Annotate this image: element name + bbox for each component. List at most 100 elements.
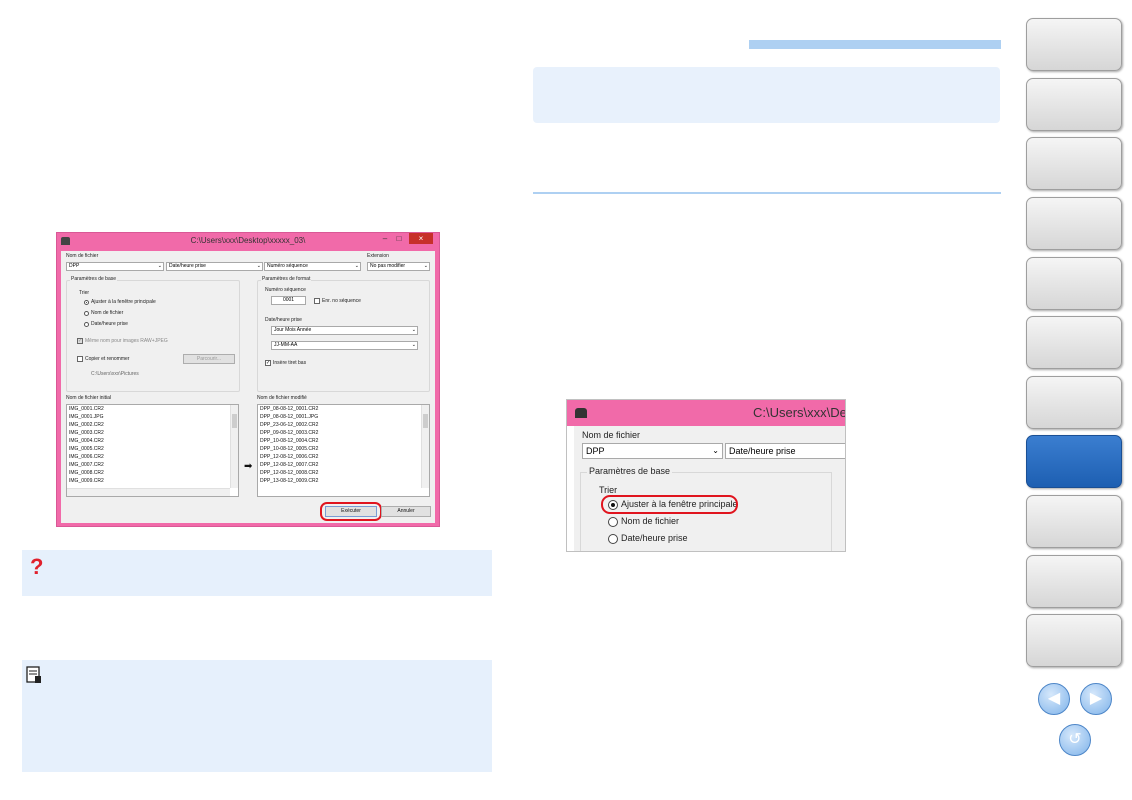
nav-tab-10[interactable] (1026, 555, 1122, 608)
sort-option-file-name: Nom de fichier (621, 516, 680, 526)
list-item[interactable]: DPP_12-08-12_0007.CR2 (260, 462, 318, 468)
copy-rename-label: Copier et renommer (85, 356, 130, 362)
sort-radio-fit-window[interactable] (84, 300, 89, 305)
dialog-body: Nom de fichier DPP ⌄ Date/heure prise ⌄ Nu… (61, 251, 435, 523)
sort-radio-file-name[interactable] (84, 311, 89, 316)
record-sequence-checkbox[interactable] (314, 298, 320, 304)
cancel-button[interactable]: Annuler (381, 506, 431, 517)
list-item[interactable]: DPP_23-06-12_0002.CR2 (260, 422, 318, 428)
nav-tab-7[interactable] (1026, 376, 1122, 429)
list-item[interactable]: IMG_0004.CR2 (69, 438, 104, 444)
format-settings-title: Paramètres de format (261, 276, 312, 282)
date-time-label: Date/heure prise (265, 317, 302, 323)
note-box (22, 660, 492, 772)
file-name-label: Nom de fichier (582, 430, 641, 440)
next-page-button[interactable]: ▶ (1080, 683, 1112, 715)
list-item[interactable]: DPP_09-08-12_0003.CR2 (260, 430, 318, 436)
name-prefix-value: DPP (69, 263, 80, 269)
sort-option-fit-window: Ajuster à la fenêtre principale (91, 299, 156, 305)
same-name-checkbox[interactable]: ✓ (77, 338, 83, 344)
nav-tab-4[interactable] (1026, 197, 1122, 250)
nav-tab-8-active[interactable] (1026, 435, 1122, 488)
sort-option-date: Date/heure prise (91, 321, 128, 327)
section-heading-rule (749, 40, 1001, 49)
initial-file-list[interactable]: IMG_0001.CR2 IMG_0001.JPG IMG_0002.CR2 I… (66, 404, 239, 497)
modified-list-label: Nom de fichier modifié (257, 395, 307, 401)
name-prefix-value: DPP (586, 446, 605, 456)
sequence-number-input[interactable]: 0001 (271, 296, 306, 305)
list-item[interactable]: IMG_0008.CR2 (69, 470, 104, 476)
list-item[interactable]: DPP_12-08-12_0006.CR2 (260, 454, 318, 460)
list-item[interactable]: DPP_08-08-12_0001.CR2 (260, 406, 318, 412)
copy-rename-checkbox[interactable] (77, 356, 83, 362)
sort-radio-date[interactable] (84, 322, 89, 327)
list-item[interactable]: IMG_0001.CR2 (69, 406, 104, 412)
section-divider (533, 192, 1001, 194)
nav-tab-2[interactable] (1026, 78, 1122, 131)
right-arrow-icon: ➡ (244, 461, 253, 472)
arrow-left-icon: ◀ (1047, 690, 1061, 707)
scroll-thumb[interactable] (232, 414, 237, 428)
record-sequence-label: Enr. no séquence (322, 298, 361, 304)
date-order-value: Jour Mois Année (274, 327, 312, 333)
vertical-scrollbar[interactable] (421, 405, 429, 488)
list-item[interactable]: DPP_10-08-12_0004.CR2 (260, 438, 318, 444)
chevron-down-icon: ⌄ (411, 327, 416, 333)
list-item[interactable]: IMG_0001.JPG (69, 414, 103, 420)
list-item[interactable]: IMG_0009.CR2 (69, 478, 104, 484)
list-item[interactable]: DPP_10-08-12_0005.CR2 (260, 446, 318, 452)
underscore-checkbox[interactable]: ✓ (265, 360, 271, 366)
minimize-button[interactable]: – (379, 233, 391, 244)
nav-tab-3[interactable] (1026, 137, 1122, 190)
sort-radio-date[interactable] (608, 534, 618, 544)
name-prefix-select[interactable]: DPP ⌄ (66, 262, 164, 271)
list-item[interactable]: IMG_0006.CR2 (69, 454, 104, 460)
rename-dialog-screenshot: C:\Users\xxx\Desktop\xxxxx_03\ – □ × Nom… (56, 232, 440, 527)
list-item[interactable]: DPP_13-08-12_0009.CR2 (260, 478, 318, 484)
list-item[interactable]: IMG_0002.CR2 (69, 422, 104, 428)
return-button[interactable]: ↺ (1059, 724, 1091, 756)
basic-settings-title: Paramètres de base (587, 466, 673, 476)
zoomed-dialog-crop: C:\Users\xxx\Desk Nom de fichier DPP ⌄ Da… (566, 399, 846, 552)
nav-tab-9[interactable] (1026, 495, 1122, 548)
initial-list-label: Nom de fichier initial (66, 395, 112, 401)
list-item[interactable]: DPP_08-08-12_0001.JPG (260, 414, 318, 420)
chevron-down-icon: ⌄ (354, 263, 359, 269)
sort-radio-file-name[interactable] (608, 517, 618, 527)
sequence-element-select[interactable]: Numéro séquence ⌄ (264, 262, 361, 271)
vertical-scrollbar[interactable] (230, 405, 238, 488)
previous-page-button[interactable]: ◀ (1038, 683, 1070, 715)
chevron-down-icon: ⌄ (712, 446, 719, 455)
horizontal-scrollbar[interactable] (67, 488, 230, 496)
date-element-value: Date/heure prise (169, 263, 206, 269)
chevron-down-icon: ⌄ (423, 263, 428, 269)
dialog-titlebar: C:\Users\xxx\Desktop\xxxxx_03\ – □ × (57, 233, 439, 251)
extension-select[interactable]: No pas modifier ⌄ (367, 262, 430, 271)
list-item[interactable]: IMG_0007.CR2 (69, 462, 104, 468)
nav-tab-6[interactable] (1026, 316, 1122, 369)
sort-label: Trier (599, 485, 618, 495)
date-element-select[interactable]: Date/heure prise (725, 443, 845, 459)
list-item[interactable]: DPP_12-08-12_0008.CR2 (260, 470, 318, 476)
maximize-button[interactable]: □ (393, 233, 405, 244)
nav-tab-11[interactable] (1026, 614, 1122, 667)
date-order-select[interactable]: Jour Mois Année ⌄ (271, 326, 418, 335)
name-prefix-select[interactable]: DPP ⌄ (582, 443, 723, 459)
memo-icon (26, 666, 41, 683)
list-item[interactable]: IMG_0005.CR2 (69, 446, 104, 452)
destination-path: C:\Users\xxx\Pictures (91, 371, 139, 377)
nav-tab-5[interactable] (1026, 257, 1122, 310)
nav-tab-1[interactable] (1026, 18, 1122, 71)
sort-option-file-name: Nom de fichier (91, 310, 124, 316)
chevron-down-icon: ⌄ (411, 342, 416, 348)
sequence-number-label: Numéro séquence (265, 287, 306, 293)
list-item[interactable]: IMG_0003.CR2 (69, 430, 104, 436)
date-element-select[interactable]: Date/heure prise ⌄ (166, 262, 263, 271)
date-format-select[interactable]: JJ-MM-AA ⌄ (271, 341, 418, 350)
close-button[interactable]: × (409, 233, 433, 244)
chevron-down-icon: ⌄ (256, 263, 261, 269)
browse-button[interactable]: Parcourir... (183, 354, 235, 364)
scroll-thumb[interactable] (423, 414, 428, 428)
modified-file-list[interactable]: DPP_08-08-12_0001.CR2 DPP_08-08-12_0001.… (257, 404, 430, 497)
extension-label: Extension (367, 253, 389, 259)
